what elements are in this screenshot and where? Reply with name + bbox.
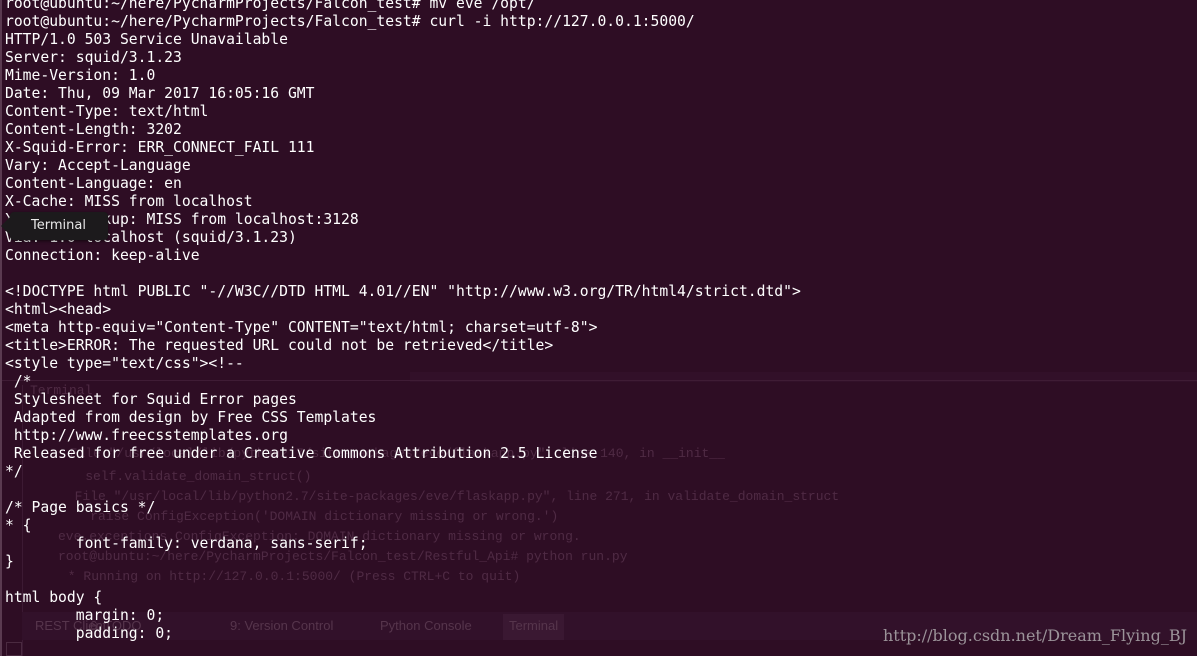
terminal-line: Content-Length: 3202 — [5, 121, 182, 138]
terminal-line: Server: squid/3.1.23 — [5, 49, 182, 66]
terminal-line: X-Squid-Error: ERR_CONNECT_FAIL 111 — [5, 139, 315, 156]
terminal-line: Released for free under a Creative Commo… — [5, 445, 598, 462]
terminal-line: root@ubuntu:~/here/PycharmProjects/Falco… — [5, 0, 536, 12]
terminal-line: Adapted from design by Free CSS Template… — [5, 409, 377, 426]
terminal-line: Stylesheet for Squid Error pages — [5, 391, 297, 408]
terminal-line: Date: Thu, 09 Mar 2017 16:05:16 GMT — [5, 85, 315, 102]
ghost-checkbox — [6, 642, 22, 656]
terminal-line: Connection: keep-alive — [5, 247, 200, 264]
terminal-line: } — [5, 553, 14, 570]
terminal-line: padding: 0; — [5, 625, 174, 642]
terminal-line: X-Cache-Lookup: MISS from localhost:3128 — [5, 211, 359, 228]
terminal-output[interactable]: root@ubuntu:~/here/PycharmProjects/Falco… — [5, 0, 801, 643]
terminal-line: <style type="text/css"><!-- — [5, 355, 244, 372]
terminal-tooltip: Terminal — [1, 212, 108, 240]
terminal-line: Mime-Version: 1.0 — [5, 67, 156, 84]
terminal-line: <html><head> — [5, 301, 112, 318]
terminal-line: * { — [5, 517, 32, 534]
terminal-line: http://www.freecsstemplates.org — [5, 427, 288, 444]
terminal-line: root@ubuntu:~/here/PycharmProjects/Falco… — [5, 13, 695, 30]
window-edge — [0, 0, 2, 656]
terminal-line: <!DOCTYPE html PUBLIC "-//W3C//DTD HTML … — [5, 283, 801, 300]
terminal-line: Via: 1.0 localhost (squid/3.1.23) — [5, 229, 297, 246]
terminal-line: Vary: Accept-Language — [5, 157, 191, 174]
terminal-line: html body { — [5, 589, 103, 606]
terminal-line: margin: 0; — [5, 607, 165, 624]
terminal-line: Content-Language: en — [5, 175, 182, 192]
terminal-line: <meta http-equiv="Content-Type" CONTENT=… — [5, 319, 598, 336]
terminal-line: */ — [5, 463, 23, 480]
terminal-line: <title>ERROR: The requested URL could no… — [5, 337, 554, 354]
terminal-line: /* — [5, 373, 32, 390]
watermark: http://blog.csdn.net/Dream_Flying_BJ — [882, 626, 1187, 645]
terminal-line: font-family: verdana, sans-serif; — [5, 535, 368, 552]
terminal-line: X-Cache: MISS from localhost — [5, 193, 253, 210]
terminal-line: /* Page basics */ — [5, 499, 156, 516]
terminal-line: HTTP/1.0 503 Service Unavailable — [5, 31, 288, 48]
terminal-line: Content-Type: text/html — [5, 103, 209, 120]
